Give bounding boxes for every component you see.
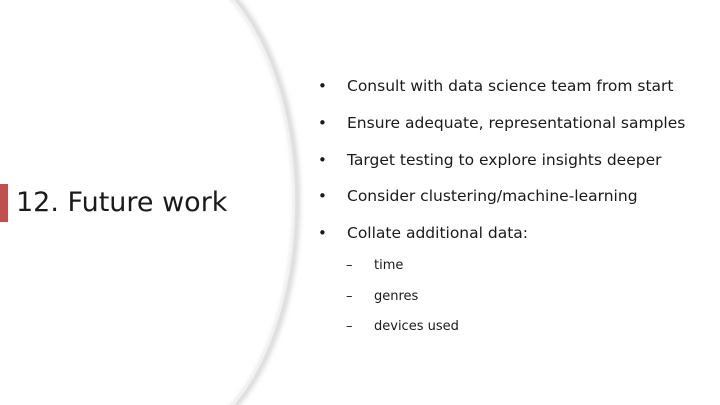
dash-icon: –: [346, 288, 353, 304]
bullet-item: • Collate additional data:: [318, 221, 713, 258]
bullet-icon: •: [318, 113, 327, 132]
bullet-icon: •: [318, 187, 327, 206]
bullet-icon: •: [318, 224, 327, 242]
bullet-item: • Ensure adequate, representational samp…: [318, 111, 713, 148]
dash-icon: –: [346, 258, 353, 273]
bullet-text: Consult with data science team from star…: [347, 77, 674, 95]
sub-bullet-item: – devices used: [346, 316, 706, 347]
bullet-icon: •: [318, 77, 327, 95]
sub-bullet-item: – genres: [346, 286, 706, 317]
slide: 12. Future work • Consult with data scie…: [0, 0, 720, 405]
bullet-list: • Consult with data science team from st…: [318, 74, 713, 258]
bullet-text: Target testing to explore insights deepe…: [347, 150, 662, 169]
bullet-icon: •: [318, 150, 327, 169]
sub-bullet-item: – time: [346, 255, 706, 286]
sub-bullet-text: time: [374, 258, 404, 273]
bullet-item: • Consider clustering/machine-learning: [318, 184, 713, 221]
bullet-text: Collate additional data:: [347, 224, 528, 242]
sub-bullet-text: devices used: [374, 319, 459, 334]
bullet-text: Ensure adequate, representational sample…: [347, 113, 686, 132]
sub-bullet-text: genres: [374, 288, 419, 304]
sub-bullet-list: – time – genres – devices used: [346, 255, 706, 347]
bullet-item: • Target testing to explore insights dee…: [318, 148, 713, 185]
dash-icon: –: [346, 319, 353, 334]
title-accent-bar: [0, 184, 8, 222]
bullet-item: • Consult with data science team from st…: [318, 74, 713, 111]
bullet-text: Consider clustering/machine-learning: [347, 187, 638, 206]
slide-title: 12. Future work: [16, 187, 228, 218]
